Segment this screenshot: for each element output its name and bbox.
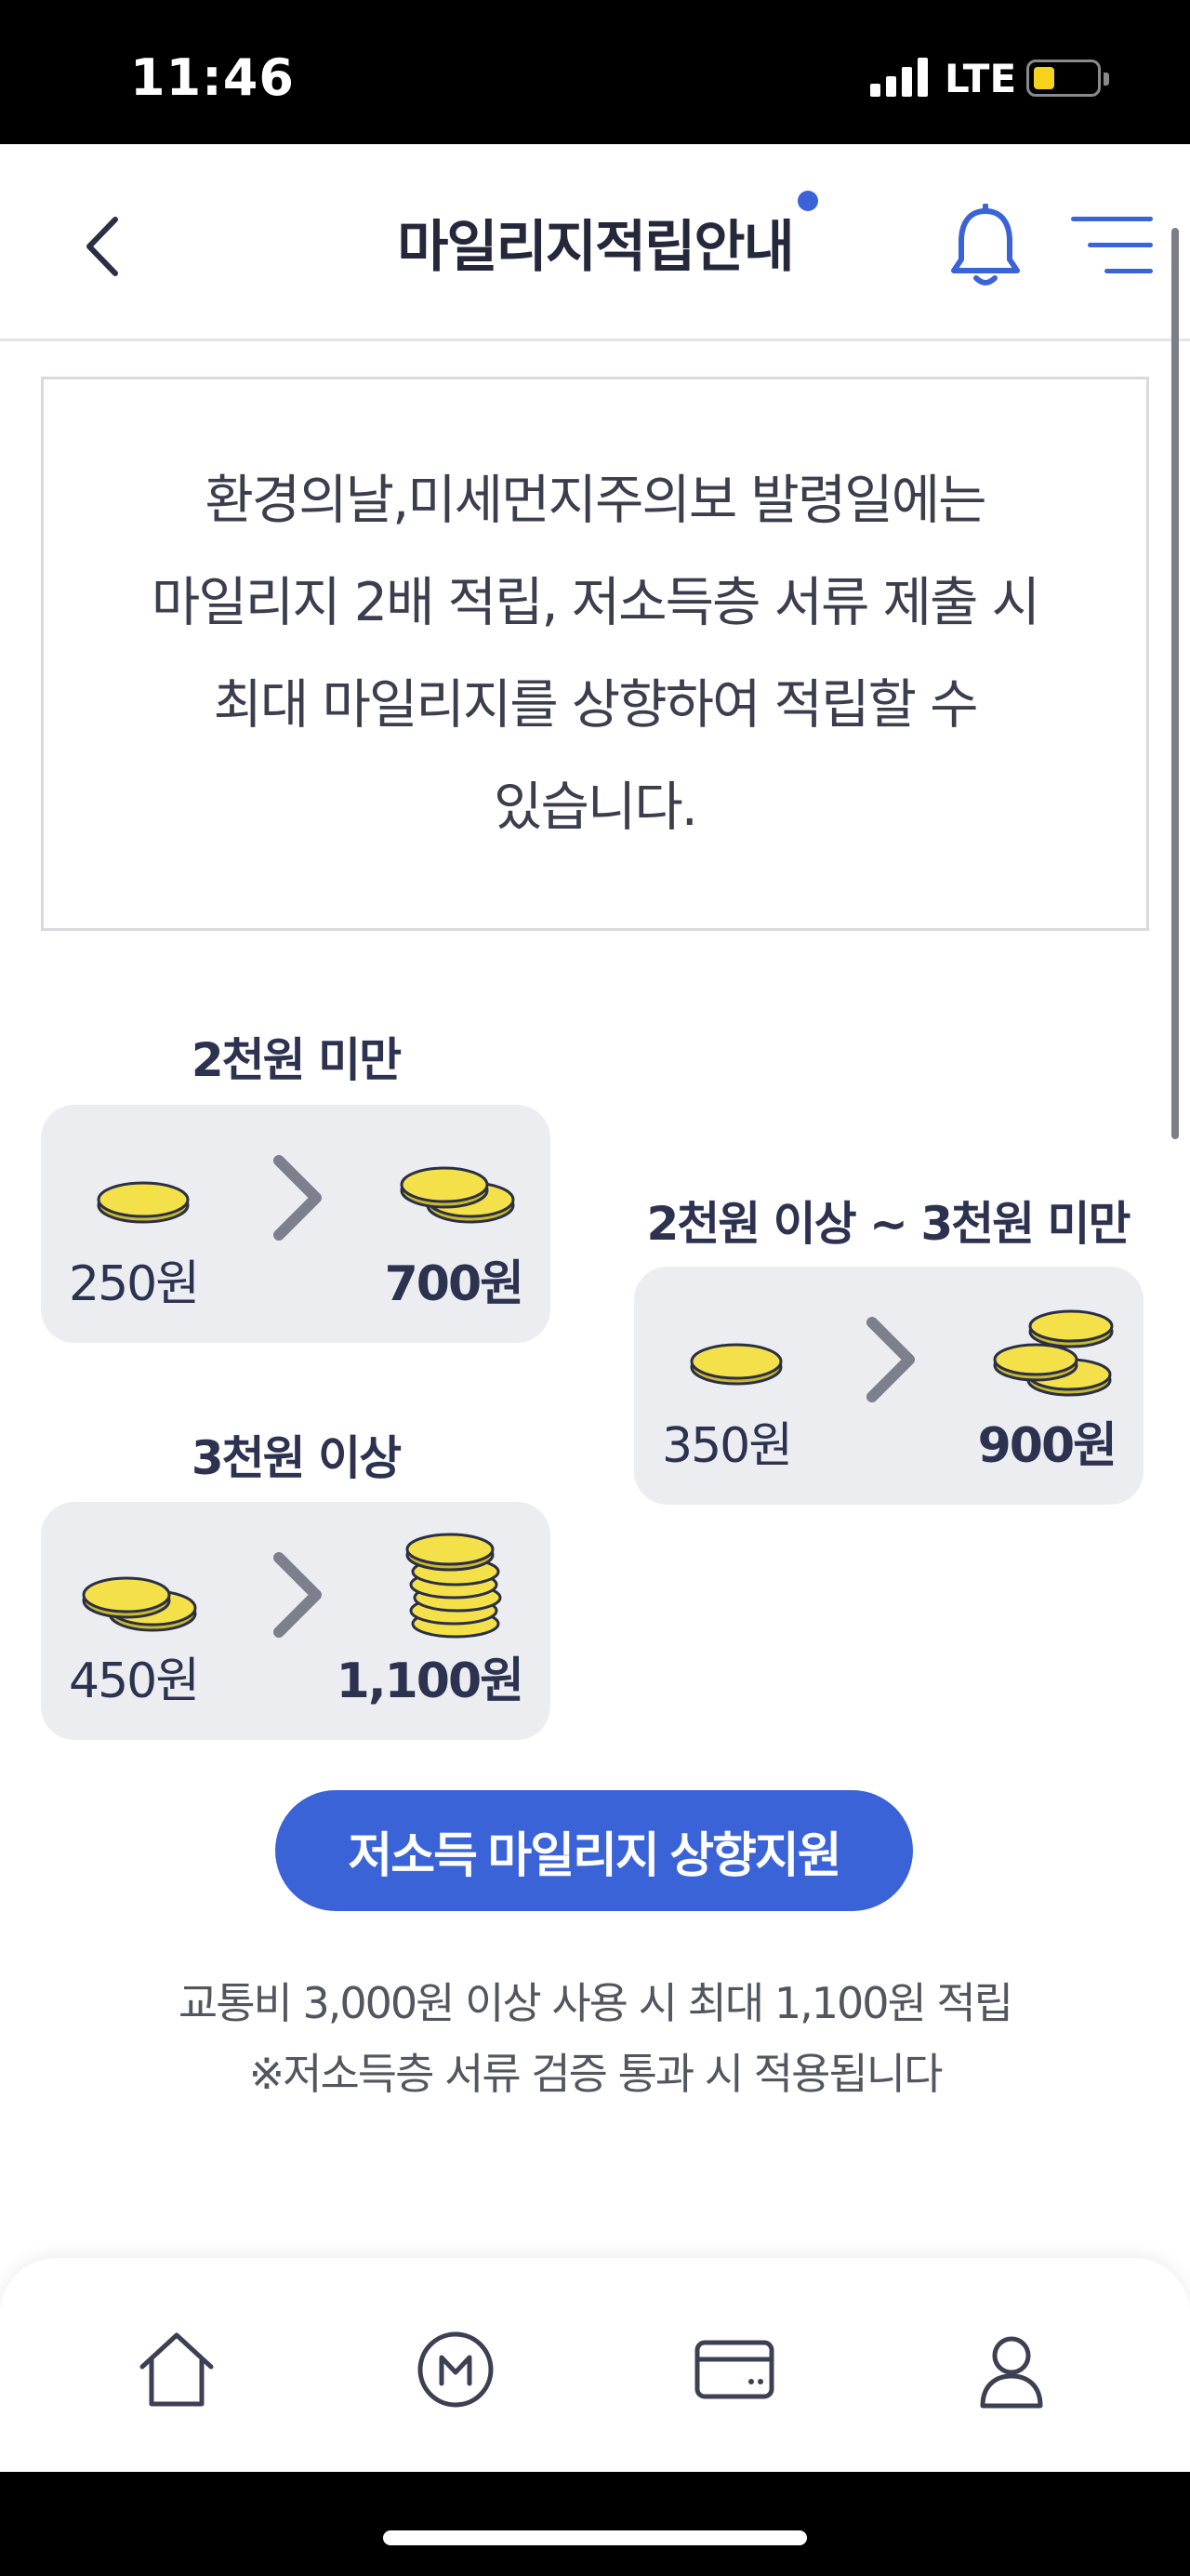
coins-icon	[993, 1309, 1114, 1397]
tier-card-under-2000: 250원 700원	[41, 1105, 550, 1343]
bottom-nav	[0, 2258, 1190, 2472]
nav-profile[interactable]	[946, 2314, 1077, 2425]
boosted-amount: 700원	[384, 1256, 524, 1312]
base-amount: 450원	[69, 1653, 200, 1709]
arrow-right-icon	[273, 1552, 322, 1638]
status-bar: 11:46 LTE	[0, 0, 1190, 144]
info-box: 환경의날,미세먼지주의보 발령일에는 마일리지 2배 적립, 저소득층 서류 제…	[41, 377, 1149, 931]
low-income-support-button[interactable]: 저소득 마일리지 상향지원	[275, 1790, 913, 1911]
intro-text: 환경의날,미세먼지주의보 발령일에는 마일리지 2배 적립, 저소득층 서류 제…	[151, 470, 1040, 838]
bell-icon	[951, 204, 1020, 285]
coin-icon	[97, 1181, 190, 1224]
profile-icon	[980, 2336, 1043, 2409]
nav-card[interactable]	[669, 2314, 800, 2425]
arrow-right-icon	[273, 1155, 322, 1241]
network-label: LTE	[945, 56, 1017, 101]
tier-title: 2천원 미만	[191, 1033, 402, 1087]
home-indicator-area	[0, 2472, 1190, 2576]
status-time: 11:46	[130, 48, 295, 107]
battery-icon	[1026, 60, 1109, 97]
header: 마일리지적립안내	[0, 144, 1190, 341]
coin-icon	[690, 1343, 783, 1386]
coin-stack-icon	[405, 1533, 502, 1639]
tier-card-over-3000: 450원 1,100원	[41, 1502, 550, 1740]
home-indicator[interactable]	[383, 2530, 807, 2545]
home-icon	[139, 2332, 214, 2407]
coins-icon	[82, 1576, 197, 1632]
boosted-amount: 1,100원	[336, 1653, 524, 1709]
note-text: ※저소득층 서류 검증 통과 시 적용됩니다	[248, 2049, 944, 2099]
nav-home[interactable]	[112, 2314, 242, 2425]
boosted-amount: 900원	[977, 1418, 1117, 1474]
scrollbar[interactable]	[1171, 228, 1179, 1139]
notification-dot	[798, 191, 818, 211]
signal-icon	[870, 58, 928, 97]
tier-card-2000-3000: 350원 900원	[634, 1267, 1144, 1505]
mileage-icon	[417, 2331, 494, 2408]
nav-mileage[interactable]	[390, 2314, 521, 2425]
base-amount: 350원	[662, 1418, 793, 1474]
notification-button[interactable]	[946, 200, 1025, 293]
arrow-right-icon	[866, 1317, 915, 1402]
note-text: 교통비 3,000원 이상 사용 시 최대 1,100원 적립	[178, 1978, 1013, 2028]
base-amount: 250원	[69, 1256, 200, 1312]
tier-title: 2천원 이상 ~ 3천원 미만	[646, 1197, 1130, 1251]
tier-title: 3천원 이상	[191, 1431, 402, 1485]
menu-icon[interactable]	[1067, 209, 1157, 284]
card-icon	[694, 2340, 774, 2399]
coins-icon	[400, 1166, 515, 1224]
